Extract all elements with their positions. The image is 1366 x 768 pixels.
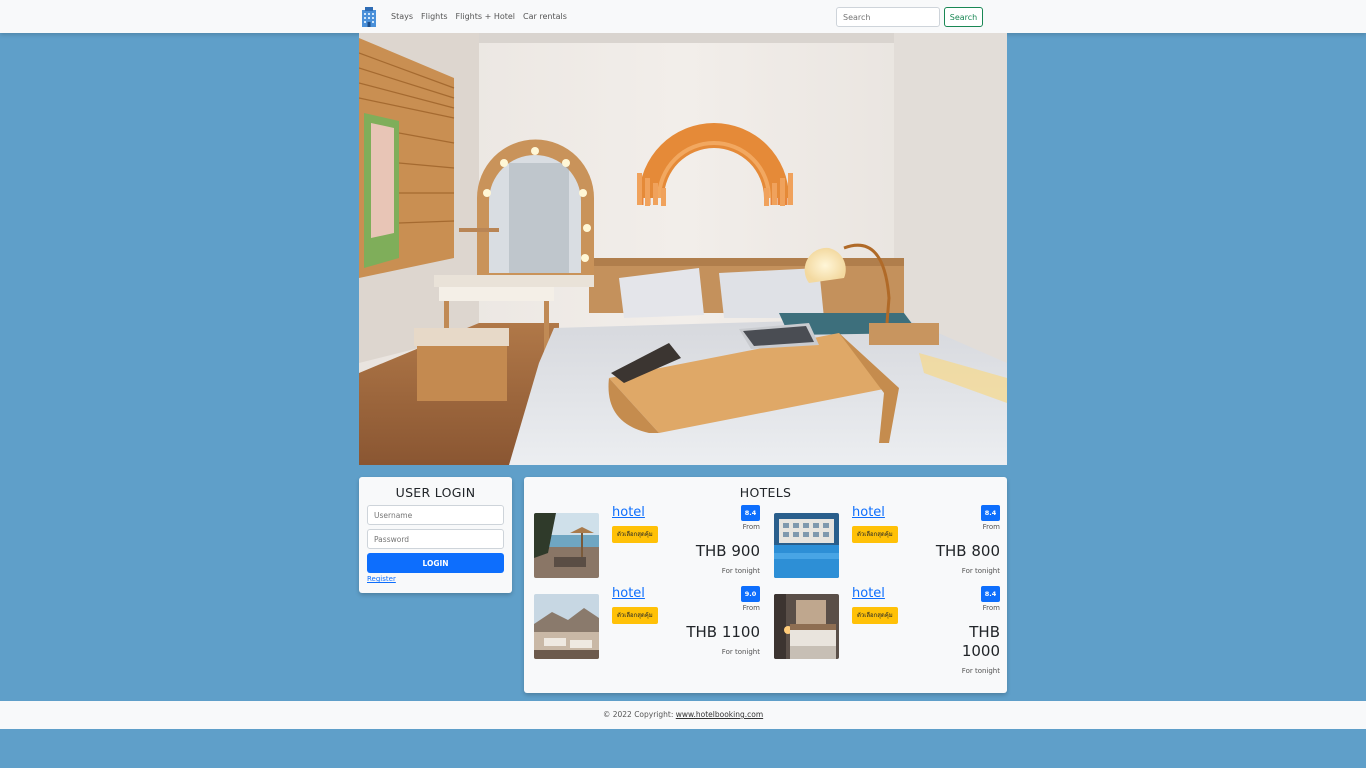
price-from-label: From — [742, 604, 760, 612]
rating-badge: 8.4 — [981, 505, 1000, 521]
price-note: For tonight — [721, 648, 760, 656]
deal-badge: ตัวเลือกสุดคุ้ม — [852, 607, 898, 624]
login-button[interactable]: LOGIN — [367, 553, 504, 573]
nav-flights[interactable]: Flights — [421, 12, 452, 21]
hotel-card: hotel ตัวเลือกสุดคุ้ม 8.4 From THB 900 F… — [534, 505, 760, 583]
deal-badge: ตัวเลือกสุดคุ้ม — [612, 607, 658, 624]
footer-site-link[interactable]: www.hotelbooking.com — [676, 710, 763, 719]
rating-badge: 9.0 — [741, 586, 760, 602]
rating-badge: 8.4 — [741, 505, 760, 521]
hotel-logo-icon[interactable] — [359, 6, 379, 27]
price-note: For tonight — [721, 567, 760, 575]
price-from-label: From — [982, 604, 1000, 612]
hotel-thumbnail[interactable] — [774, 513, 839, 578]
hotel-price: THB 1000 — [961, 623, 1000, 660]
hotel-price: THB 1100 — [686, 623, 760, 641]
deal-badge: ตัวเลือกสุดคุ้ม — [852, 526, 898, 543]
footer: © 2022 Copyright: www.hotelbooking.com — [0, 701, 1366, 729]
search-button[interactable]: Search — [944, 7, 983, 27]
password-field[interactable] — [367, 529, 504, 549]
hotel-name-link[interactable]: hotel — [852, 505, 885, 520]
hotel-card: hotel ตัวเลือกสุดคุ้ม 8.4 From THB 1000 … — [774, 586, 1000, 684]
nav-flights-hotel[interactable]: Flights + Hotel — [456, 12, 519, 21]
hotel-name-link[interactable]: hotel — [612, 586, 645, 601]
hotel-card: hotel ตัวเลือกสุดคุ้ม 9.0 From THB 1100 … — [534, 586, 760, 664]
nav-stays[interactable]: Stays — [391, 12, 417, 21]
login-title: USER LOGIN — [395, 485, 476, 500]
copyright-text: © 2022 Copyright: — [602, 710, 676, 719]
search-input[interactable] — [836, 7, 940, 27]
nav-menu: Stays Flights Flights + Hotel Car rental… — [391, 0, 575, 33]
hotels-title: HOTELS — [739, 485, 792, 500]
register-link[interactable]: Register — [367, 575, 396, 583]
hotel-thumbnail[interactable] — [534, 594, 599, 659]
hotel-name-link[interactable]: hotel — [852, 586, 885, 601]
hotels-card: HOTELS hotel ตัวเลือกสุดคุ้ม 8.4 From TH… — [524, 477, 1007, 693]
username-field[interactable] — [367, 505, 504, 525]
hero-image — [359, 33, 1007, 465]
price-note: For tonight — [961, 567, 1000, 575]
navbar-container: Stays Flights Flights + Hotel Car rental… — [359, 0, 1007, 33]
price-from-label: From — [982, 523, 1000, 531]
user-login-card: USER LOGIN LOGIN Register — [359, 477, 512, 593]
price-from-label: From — [742, 523, 760, 531]
hotel-price: THB 800 — [935, 542, 1000, 560]
hotel-price: THB 900 — [695, 542, 760, 560]
hotel-name-link[interactable]: hotel — [612, 505, 645, 520]
nav-car-rentals[interactable]: Car rentals — [523, 12, 571, 21]
top-navbar: Stays Flights Flights + Hotel Car rental… — [0, 0, 1366, 33]
hotel-thumbnail[interactable] — [774, 594, 839, 659]
hotel-card: hotel ตัวเลือกสุดคุ้ม 8.4 From THB 800 F… — [774, 505, 1000, 583]
hotel-thumbnail[interactable] — [534, 513, 599, 578]
price-note: For tonight — [961, 667, 1000, 675]
rating-badge: 8.4 — [981, 586, 1000, 602]
deal-badge: ตัวเลือกสุดคุ้ม — [612, 526, 658, 543]
